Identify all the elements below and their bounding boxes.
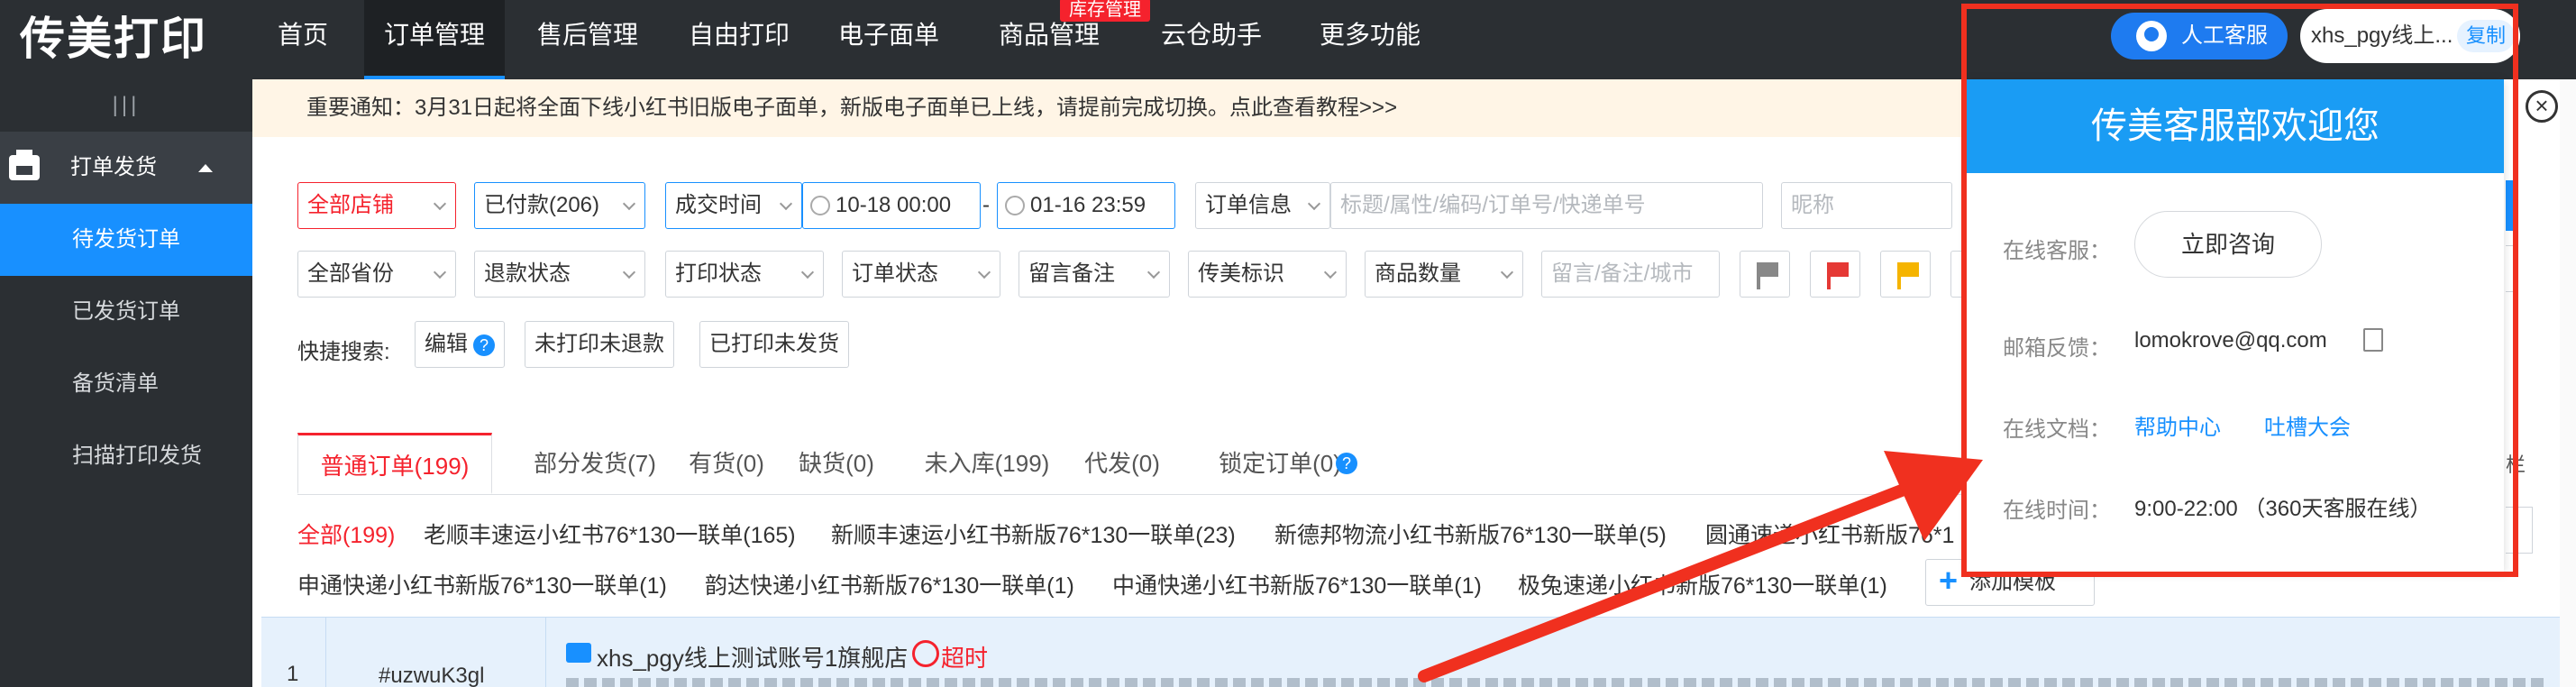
nickname-input[interactable]: 昵称 <box>1781 182 1952 229</box>
province-select[interactable]: 全部省份 <box>297 251 456 298</box>
tab-normal-orders[interactable]: 普通订单(199) <box>297 433 492 494</box>
flag-icon <box>1827 262 1849 289</box>
flag-icon <box>1757 262 1778 289</box>
remark-select[interactable]: 留言备注 <box>1019 251 1170 298</box>
timer-icon <box>912 640 939 667</box>
nav-cloud-assistant[interactable]: 云仓助手 <box>1145 0 1278 79</box>
clock-icon <box>1005 196 1025 215</box>
close-icon[interactable]: × <box>2526 90 2558 123</box>
end-time-input[interactable]: 01-16 23:59 <box>997 182 1175 229</box>
row-shop-name[interactable]: xhs_pgy线上测试账号1旗舰店 <box>597 640 908 673</box>
overtime-badge: 超时 <box>941 645 989 672</box>
inventory-badge[interactable]: 库存管理 <box>1060 0 1150 22</box>
row-index-cell: 1 <box>261 617 326 687</box>
logo[interactable]: 传美打印 <box>20 11 207 67</box>
flag-filter-red[interactable] <box>1810 251 1860 298</box>
sidebar-item-stock-list[interactable]: 备货清单 <box>0 348 252 420</box>
chevron-down-icon <box>800 265 815 279</box>
nav-free-print[interactable]: 自由打印 <box>672 0 806 79</box>
right-edge <box>2560 79 2576 687</box>
cm-mark-select[interactable]: 传美标识 <box>1188 251 1347 298</box>
refund-status-select[interactable]: 退款状态 <box>474 251 645 298</box>
template-all[interactable]: 全部(199) <box>297 518 395 550</box>
shop-icon <box>566 643 591 663</box>
chevron-down-icon <box>622 265 636 279</box>
template-item[interactable]: 申通快递小红书新版76*130一联单(1) <box>297 568 667 600</box>
flag-filter-gray[interactable] <box>1740 251 1790 298</box>
nav-after-sales[interactable]: 售后管理 <box>521 0 654 79</box>
flag-filter-yellow[interactable] <box>1880 251 1931 298</box>
tab-out-of-stock[interactable]: 缺货(0) <box>782 433 891 494</box>
order-info-select[interactable]: 订单信息 <box>1195 182 1330 229</box>
help-icon: ? <box>473 334 495 356</box>
tab-in-stock[interactable]: 有货(0) <box>672 433 781 494</box>
date-range-separator: - <box>982 193 990 217</box>
order-search-input[interactable]: 标题/属性/编码/订单号/快递单号 <box>1330 182 1763 229</box>
nav-e-waybill[interactable]: 电子面单 <box>822 0 955 79</box>
tab-partial-shipped[interactable]: 部分发货(7) <box>505 433 685 494</box>
caret-up-icon <box>198 164 213 172</box>
chevron-down-icon <box>779 197 793 211</box>
quantity-select[interactable]: 商品数量 <box>1365 251 1523 298</box>
sidebar-collapse-handle[interactable]: ||| <box>0 79 252 132</box>
row-order-id-cell: #uzwuK3gl <box>326 617 546 687</box>
remark-city-input[interactable]: 留言/备注/城市 <box>1541 251 1720 298</box>
nav-home[interactable]: 首页 <box>260 0 346 79</box>
template-item[interactable]: 韵达快递小红书新版76*130一联单(1) <box>705 568 1074 600</box>
help-icon[interactable]: ? <box>1336 453 1357 474</box>
chevron-down-icon <box>1307 197 1321 211</box>
sidebar-item-pending-orders[interactable]: 待发货订单 <box>0 204 252 276</box>
chevron-down-icon <box>622 197 636 211</box>
shop-select[interactable]: 全部店铺 <box>297 182 456 229</box>
sidebar-group-print-ship[interactable]: 打单发货 <box>0 132 252 204</box>
time-type-select[interactable]: 成交时间 <box>665 182 802 229</box>
start-time-input[interactable]: 10-18 00:00 <box>802 182 981 229</box>
order-status-select[interactable]: 订单状态 <box>842 251 1000 298</box>
notice-bar[interactable]: 重要通知：3月31日起将全面下线小红书旧版电子面单，新版电子面单已上线，请提前完… <box>252 79 1965 137</box>
chevron-down-icon <box>433 197 447 211</box>
chevron-down-icon <box>977 265 991 279</box>
quick-search-edit-button[interactable]: 编辑? <box>415 321 505 368</box>
tab-not-warehoused[interactable]: 未入库(199) <box>910 433 1064 494</box>
template-item[interactable]: 老顺丰速运小红书76*130一联单(165) <box>424 518 796 550</box>
flag-icon <box>1897 262 1919 289</box>
print-status-select[interactable]: 打印状态 <box>665 251 824 298</box>
chevron-down-icon <box>1146 265 1161 279</box>
highlight-box <box>1961 4 2518 577</box>
annotation-arrow <box>1418 451 1983 682</box>
paid-status-select[interactable]: 已付款(206) <box>474 182 645 229</box>
chevron-down-icon <box>433 265 447 279</box>
nav-more[interactable]: 更多功能 <box>1303 0 1437 79</box>
quick-search-label: 快捷搜索: <box>297 340 390 364</box>
nav-order-management[interactable]: 订单管理 <box>364 0 505 79</box>
quick-printed-unshipped[interactable]: 已打印未发货 <box>699 321 849 368</box>
chevron-down-icon <box>1323 265 1338 279</box>
template-item[interactable]: 新顺丰速运小红书新版76*130一联单(23) <box>831 518 1236 550</box>
chevron-down-icon <box>1500 265 1514 279</box>
clock-icon <box>810 196 830 215</box>
arrow-shaft <box>1418 481 1917 682</box>
printer-icon <box>9 150 40 180</box>
sidebar-item-scan-print[interactable]: 扫描打印发货 <box>0 420 252 492</box>
tab-dropship[interactable]: 代发(0) <box>1073 433 1172 494</box>
sidebar-item-shipped-orders[interactable]: 已发货订单 <box>0 276 252 348</box>
quick-unprinted-unrefunded[interactable]: 未打印未退款 <box>525 321 674 368</box>
